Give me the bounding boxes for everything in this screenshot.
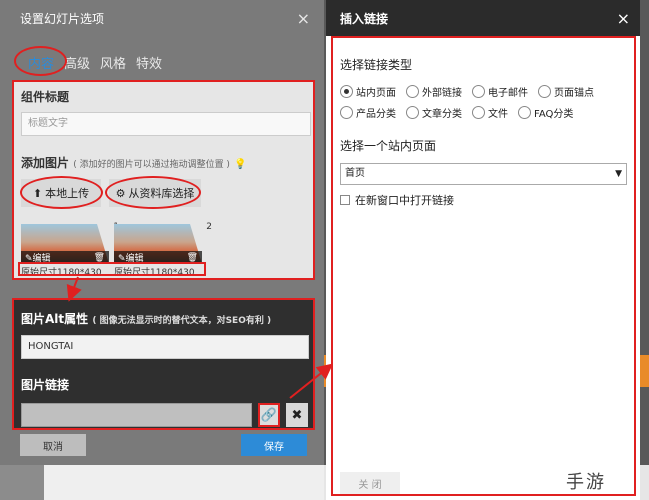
image-link-input[interactable] — [21, 403, 252, 427]
radio-page-anchor[interactable]: 页面锚点 — [538, 84, 594, 99]
image-properties-section: 图片Alt属性 ( 图像无法显示时的替代文本，对SEO有利 ) HONGTAI … — [12, 298, 315, 430]
radio-article-category[interactable]: 文章分类 — [406, 105, 462, 120]
dialog-header: 插入链接 × — [326, 0, 640, 36]
new-window-checkbox[interactable]: 在新窗口中打开链接 — [340, 192, 454, 208]
add-image-note: ( 添加好的图片可以通过拖动调整位置 ) — [73, 160, 230, 170]
title-input[interactable]: 标题文字 — [21, 112, 311, 136]
watermark: 手游 — [566, 472, 606, 493]
component-title-label: 组件标题 — [21, 90, 70, 104]
dialog-title: 设置幻灯片选项 — [20, 11, 105, 26]
link-type-label: 选择链接类型 — [340, 58, 413, 72]
content-section: 组件标题 标题文字 添加图片 ( 添加好的图片可以通过拖动调整位置 ) 💡 ⬆ … — [12, 80, 315, 280]
alt-note: ( 图像无法显示时的替代文本，对SEO有利 ) — [92, 316, 272, 326]
radio-external-link[interactable]: 外部链接 — [406, 84, 462, 99]
dialog-title: 插入链接 — [340, 11, 389, 26]
lightbulb-icon: 💡 — [234, 159, 247, 170]
link-icon[interactable]: 🔗 — [258, 403, 280, 427]
alt-input[interactable]: HONGTAI — [21, 335, 309, 359]
dialog-header: 设置幻灯片选项 × — [0, 0, 324, 36]
close-button[interactable]: 关 闭 — [340, 472, 400, 494]
trash-icon[interactable]: 🗑 — [187, 253, 198, 263]
image-thumbnail[interactable]: 2 ✎编辑 🗑 — [114, 222, 212, 264]
image-thumbnail[interactable]: 1 ✎编辑 🗑 — [21, 222, 119, 264]
annotation-circle — [105, 176, 201, 209]
chevron-down-icon: ▼ — [615, 169, 622, 179]
radio-product-category[interactable]: 产品分类 — [340, 105, 396, 120]
image-link-label: 图片链接 — [21, 378, 70, 392]
radio-file[interactable]: 文件 — [472, 105, 508, 120]
image-index: 2 — [206, 222, 212, 232]
alt-label: 图片Alt属性 ( 图像无法显示时的替代文本，对SEO有利 ) — [21, 312, 272, 326]
page-select-label: 选择一个站内页面 — [340, 139, 437, 153]
link-type-row: 站内页面 外部链接 电子邮件 页面锚点 — [340, 84, 604, 99]
close-icon[interactable]: × — [297, 9, 310, 28]
radio-faq-category[interactable]: FAQ分类 — [518, 105, 573, 120]
clear-link-icon[interactable]: ✖ — [286, 403, 308, 427]
radio-internal-page[interactable]: 站内页面 — [340, 84, 396, 99]
slideshow-options-dialog: 设置幻灯片选项 × 内容 高级 风格 特效 组件标题 标题文字 添加图片 ( 添… — [0, 0, 324, 465]
trash-icon[interactable]: 🗑 — [94, 253, 105, 263]
close-icon[interactable]: × — [617, 9, 630, 28]
annotation-circle — [14, 46, 67, 76]
add-image-label: 添加图片 ( 添加好的图片可以通过拖动调整位置 ) 💡 — [21, 156, 247, 170]
cancel-button[interactable]: 取消 — [20, 434, 86, 456]
tab-effects[interactable]: 特效 — [128, 50, 170, 74]
radio-email[interactable]: 电子邮件 — [472, 84, 528, 99]
link-type-row: 产品分类 文章分类 文件 FAQ分类 — [340, 105, 583, 120]
insert-link-dialog: 插入链接 × 选择链接类型 站内页面 外部链接 电子邮件 页面锚点 产品分类 文… — [326, 0, 640, 500]
page-select[interactable]: 首页 ▼ — [340, 163, 627, 185]
save-button[interactable]: 保存 — [241, 434, 307, 456]
annotation-circle — [20, 176, 103, 209]
annotation-box — [18, 262, 206, 276]
